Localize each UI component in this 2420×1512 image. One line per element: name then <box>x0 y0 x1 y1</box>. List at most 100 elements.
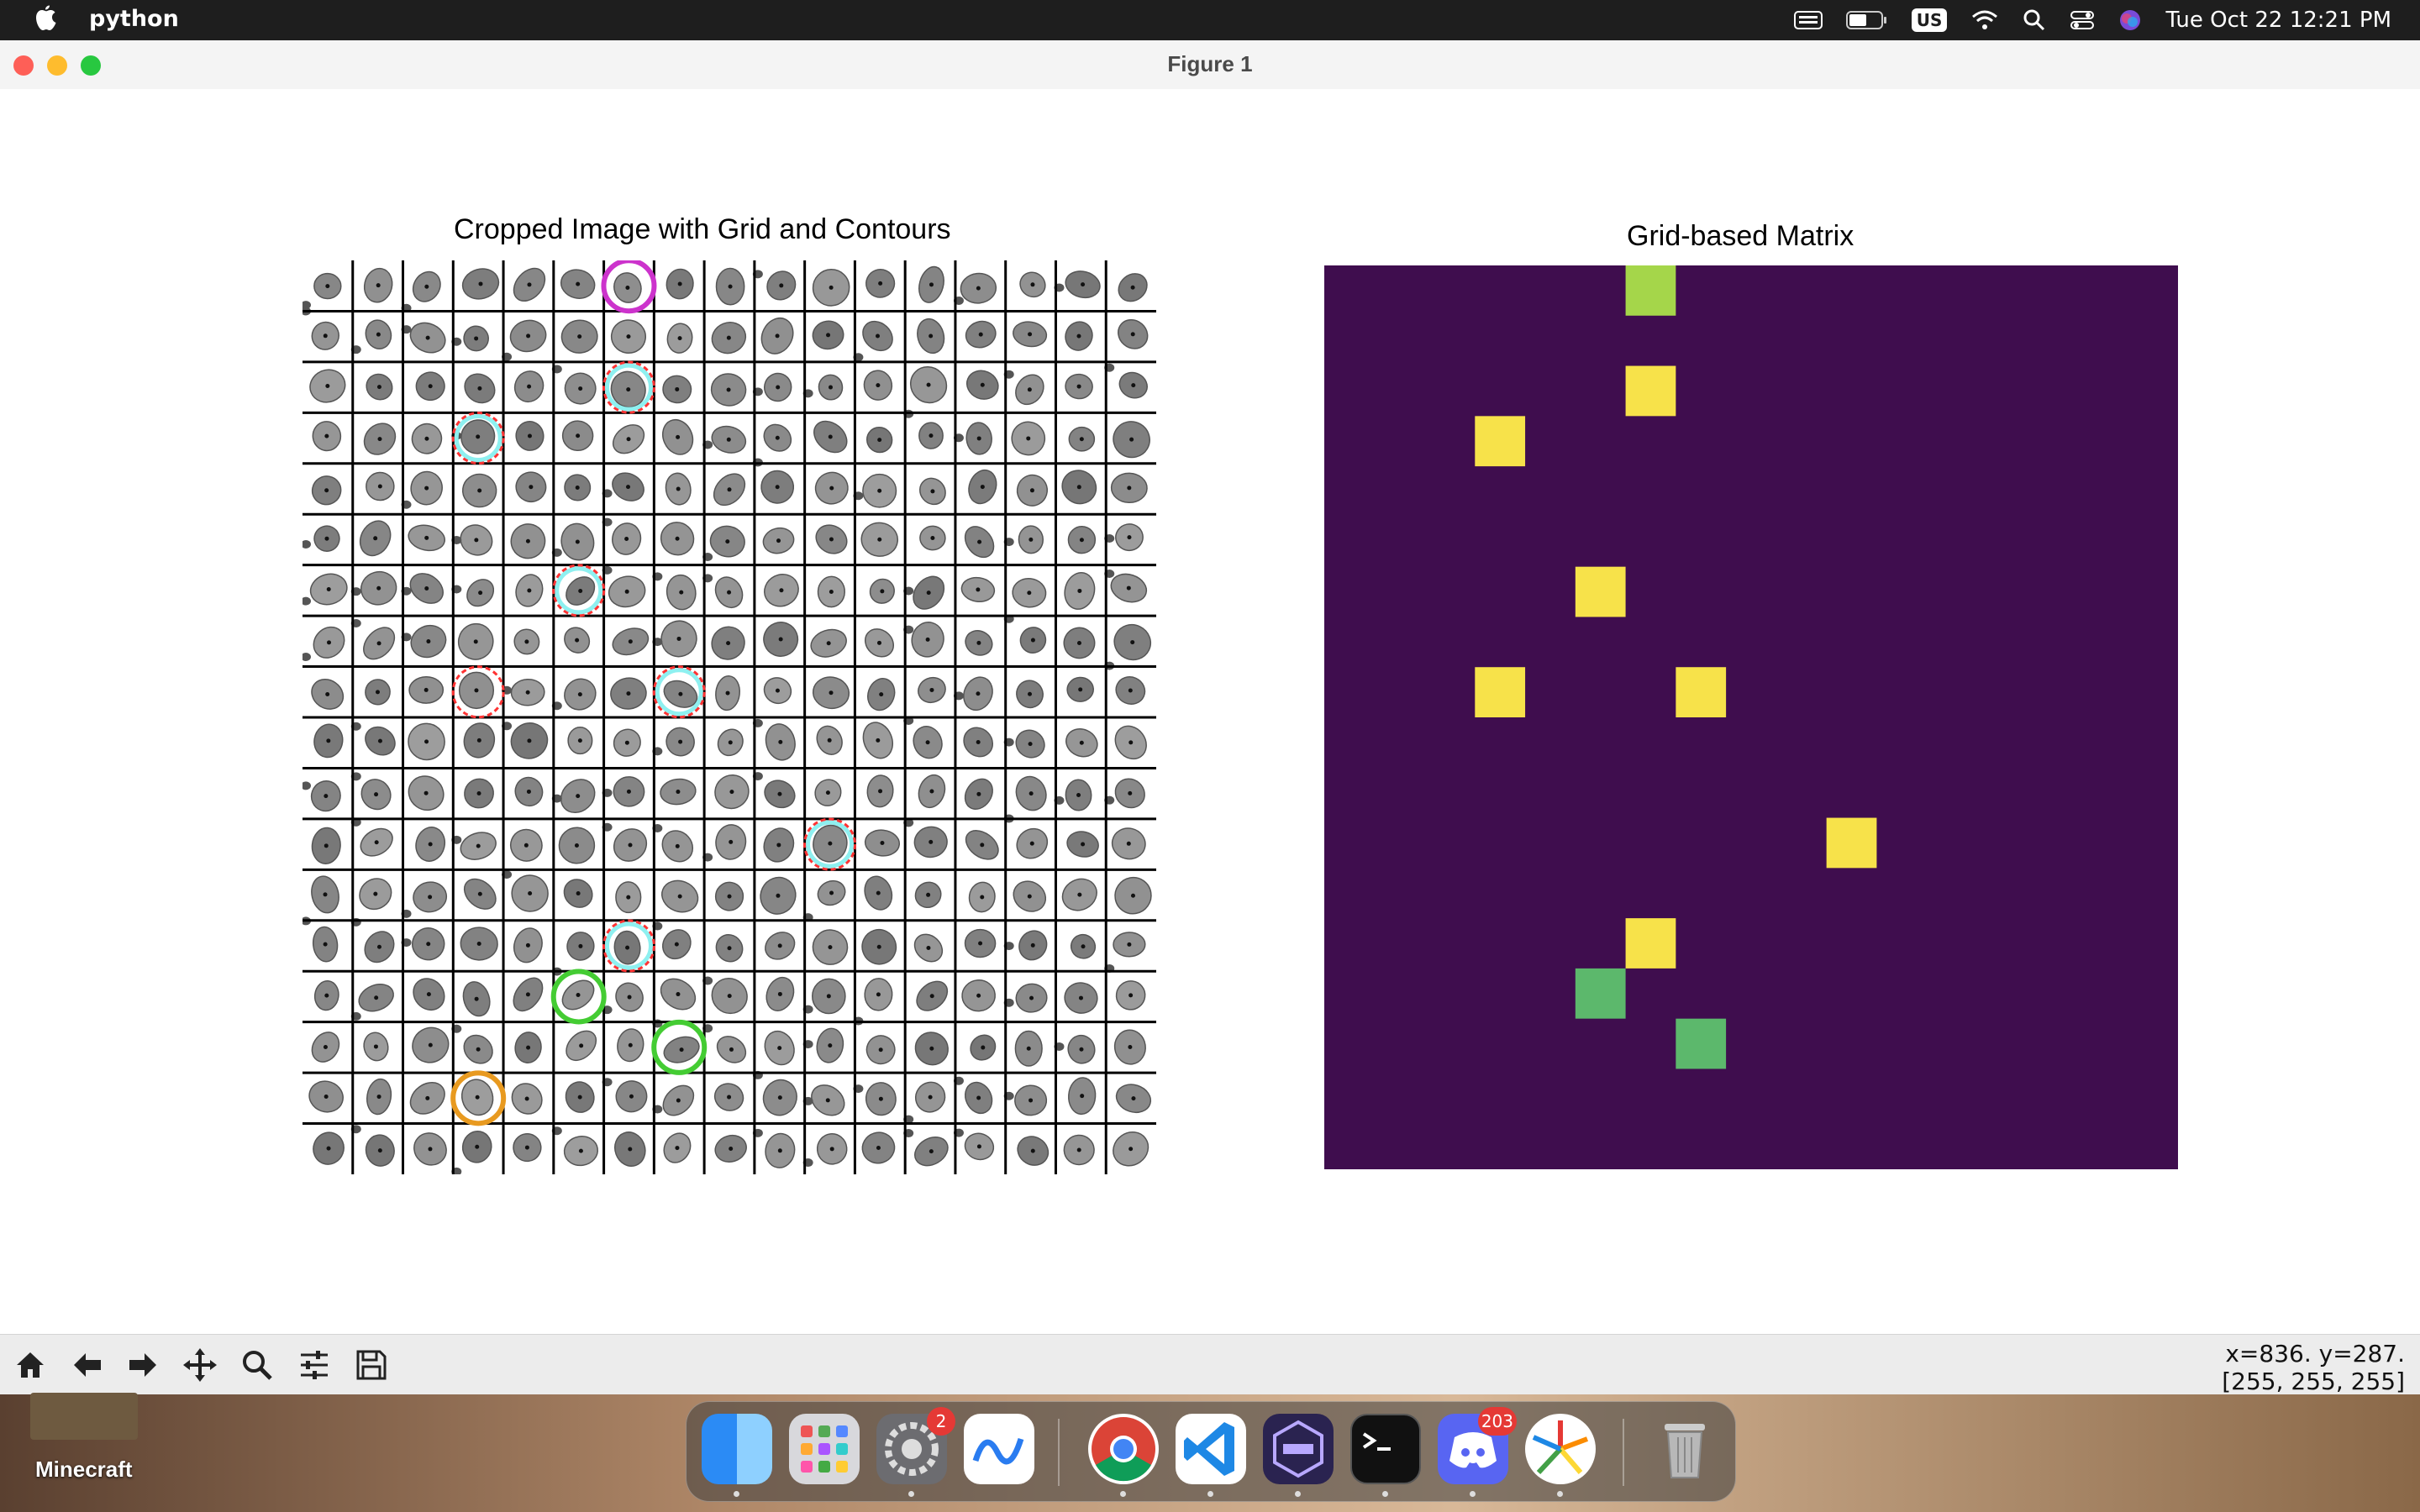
hold-bolt <box>930 536 935 541</box>
hold-bolt <box>477 891 482 896</box>
minecraft-label: Minecraft <box>35 1457 133 1482</box>
siri-icon[interactable] <box>2118 0 2142 40</box>
launchpad-icon[interactable] <box>789 1414 860 1484</box>
hold-bolt <box>877 438 882 443</box>
app-menu-python[interactable]: python <box>89 6 179 32</box>
hold-bolt <box>626 895 631 900</box>
hold-bolt <box>676 486 681 491</box>
configure-icon[interactable] <box>291 1341 338 1389</box>
spotlight-search-icon[interactable] <box>2023 0 2046 40</box>
minecraft-icon[interactable] <box>30 1393 138 1440</box>
hold-bolt <box>826 994 831 999</box>
hold-bolt <box>980 382 985 387</box>
hold-bolt <box>326 587 331 592</box>
control-center-icon[interactable] <box>2070 0 2095 40</box>
hold-bolt <box>626 387 631 392</box>
hold-bolt <box>577 738 582 743</box>
hold-bolt <box>324 843 329 848</box>
hold-bolt <box>526 1045 531 1050</box>
hold-bolt <box>976 739 981 744</box>
hold-bolt <box>829 690 834 696</box>
running-indicator <box>734 1491 739 1497</box>
forward-icon[interactable] <box>119 1341 166 1389</box>
pan-icon[interactable] <box>176 1341 224 1389</box>
hold-bolt <box>1026 1046 1031 1051</box>
hold-bolt <box>373 536 378 541</box>
hold-bolt <box>825 1098 830 1103</box>
figure-window: Figure 1 Cropped Image with Grid and Con… <box>0 40 2420 1395</box>
system-settings-icon[interactable]: 2 <box>876 1407 955 1484</box>
hold-bolt <box>376 585 381 591</box>
apple-menu-icon[interactable] <box>32 5 59 35</box>
hold-bolt <box>474 538 479 543</box>
hold-bolt <box>976 791 981 796</box>
hold-bolt <box>1076 1147 1081 1152</box>
status-area: US Tue Oct 22 12:21 PM <box>1793 0 2391 40</box>
hold-bolt <box>725 539 730 544</box>
keyboard-icon[interactable] <box>1793 0 1823 40</box>
zoom-icon[interactable] <box>234 1341 281 1389</box>
hold-bolt <box>527 384 532 389</box>
vscode-icon[interactable] <box>1176 1414 1246 1484</box>
save-icon[interactable] <box>348 1341 395 1389</box>
hold-bolt <box>1127 942 1132 947</box>
hold-bolt <box>428 384 433 389</box>
hold-bolt <box>929 789 934 794</box>
pinwheel-app-icon[interactable] <box>1525 1414 1596 1484</box>
hold-bolt <box>326 1146 331 1151</box>
trash-icon[interactable] <box>1649 1414 1720 1484</box>
hold-bolt <box>778 637 783 642</box>
input-source[interactable]: US <box>1911 0 1948 40</box>
hold-bolt <box>677 336 682 341</box>
hold-fragment <box>302 539 311 549</box>
wifi-icon[interactable] <box>1970 0 1999 40</box>
hold-bolt <box>777 791 782 796</box>
clock[interactable]: Tue Oct 22 12:21 PM <box>2165 8 2391 33</box>
hold-bolt <box>326 738 331 743</box>
discord-icon[interactable]: 203 <box>1438 1407 1517 1484</box>
hold-bolt <box>877 537 882 542</box>
hold-bolt <box>576 433 581 438</box>
hold-bolt <box>476 790 481 795</box>
hold-bolt <box>575 539 580 544</box>
title-bar[interactable]: Figure 1 <box>0 40 2420 90</box>
hold-bolt <box>775 688 780 693</box>
hold-bolt <box>424 585 429 591</box>
hold-bolt <box>477 386 482 391</box>
hold-bolt <box>1029 488 1034 493</box>
running-indicator <box>1295 1491 1301 1497</box>
hold-bolt <box>1028 791 1034 796</box>
freeform-icon[interactable] <box>964 1414 1034 1484</box>
right-plot-title: Grid-based Matrix <box>1627 220 1854 252</box>
chrome-icon[interactable] <box>1088 1414 1159 1484</box>
back-icon[interactable] <box>64 1341 111 1389</box>
simulator-icon[interactable] <box>1263 1414 1334 1484</box>
hold-bolt <box>1079 740 1084 745</box>
hold-bolt <box>325 691 330 696</box>
hold-bolt <box>778 739 783 744</box>
hold-bolt <box>1077 588 1082 593</box>
hold-bolt <box>777 1046 782 1051</box>
finder-icon[interactable] <box>702 1414 772 1484</box>
hold-bolt <box>675 843 680 848</box>
hold-bolt <box>1130 640 1135 645</box>
hold-bolt <box>627 995 632 1000</box>
figure-canvas[interactable]: Cropped Image with Grid and Contours Gri… <box>0 89 2420 1374</box>
grid-matrix-plot[interactable] <box>1324 265 2178 1169</box>
hold-bolt <box>525 690 530 695</box>
hold-bolt <box>428 1042 433 1047</box>
hold-bolt <box>376 1095 381 1100</box>
hold-bolt <box>426 992 431 997</box>
hold-bolt <box>1080 1094 1085 1099</box>
terminal-icon[interactable] <box>1350 1414 1421 1484</box>
hold-bolt <box>327 640 332 645</box>
cropped-image-plot[interactable] <box>302 260 1156 1174</box>
hold-bolt <box>624 740 629 745</box>
battery-icon[interactable] <box>1845 0 1888 40</box>
hold-bolt <box>324 488 329 493</box>
hold-bolt <box>323 1045 328 1050</box>
hold-bolt <box>929 433 934 438</box>
home-icon[interactable] <box>7 1341 54 1389</box>
hold-bolt <box>1128 1045 1133 1050</box>
matrix-cell <box>1676 667 1727 717</box>
